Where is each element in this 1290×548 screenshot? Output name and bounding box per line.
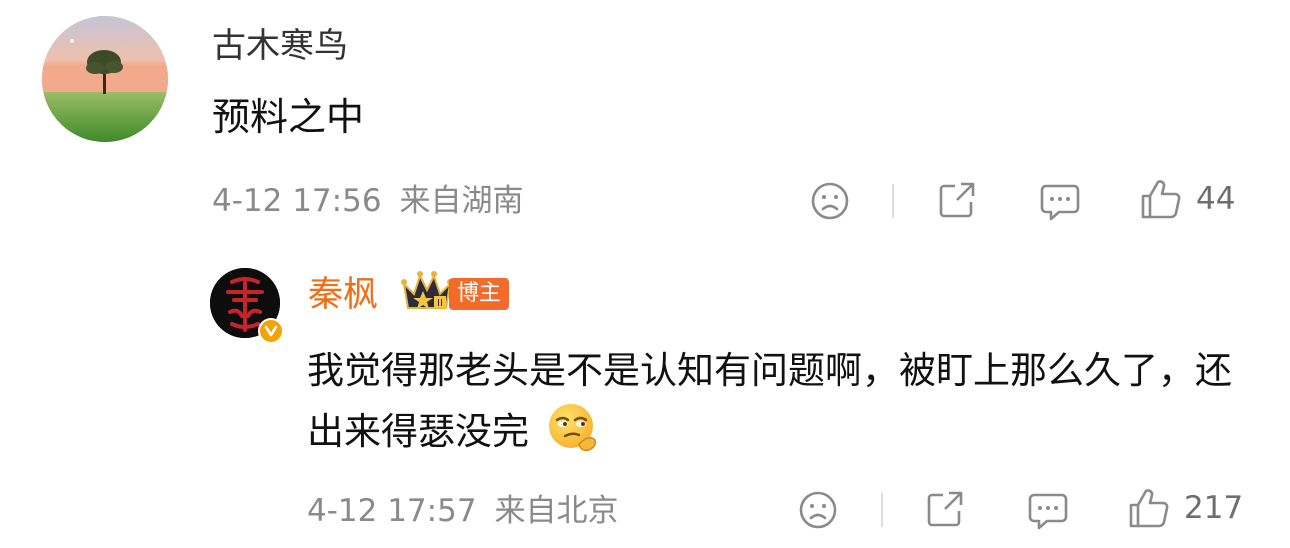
reply-meta: 4-12 17:57 来自北京 xyxy=(307,491,619,531)
thumbs-up-icon xyxy=(1141,180,1181,219)
comment-bubble-icon xyxy=(1028,493,1068,530)
reply-share-button[interactable] xyxy=(925,489,965,529)
comment-bubble-icon xyxy=(1040,184,1080,221)
svg-text:II: II xyxy=(437,298,443,309)
reply-text: 我觉得那老头是不是认知有问题啊，被盯上那么久了，还出来得瑟没完 xyxy=(307,342,1257,461)
comment-time: 4-12 17:56 xyxy=(212,183,382,219)
reply-username[interactable]: 秦枫 xyxy=(308,273,378,317)
verified-badge-icon xyxy=(258,318,284,344)
blogger-badge: 博主 xyxy=(449,278,510,310)
action-divider xyxy=(881,493,883,527)
reply-button[interactable] xyxy=(1039,182,1081,222)
share-icon xyxy=(927,491,963,527)
like-button[interactable]: 44 xyxy=(1140,178,1235,220)
smirk-thinking-emoji xyxy=(548,404,596,452)
reply-time: 4-12 17:57 xyxy=(307,493,477,529)
comment-text: 预料之中 xyxy=(212,95,365,139)
reply-like-count: 217 xyxy=(1184,490,1244,526)
reply-text-body: 我觉得那老头是不是认知有问题啊，被盯上那么久了，还出来得瑟没完 xyxy=(307,349,1232,453)
reply-comment-button[interactable] xyxy=(1027,491,1069,531)
reply-like-button[interactable]: 217 xyxy=(1128,487,1243,529)
thumbs-up-icon xyxy=(1129,489,1169,528)
comment-meta: 4-12 17:56 来自湖南 xyxy=(212,181,524,221)
comment-username[interactable]: 古木寒鸟 xyxy=(212,24,348,68)
reply-dislike-button[interactable] xyxy=(798,490,838,530)
share-button[interactable] xyxy=(937,180,977,220)
sad-face-icon xyxy=(811,182,849,220)
sad-face-icon xyxy=(799,491,837,529)
action-divider xyxy=(892,184,894,218)
tree-landscape-image xyxy=(42,16,168,142)
crown-level-icon: II xyxy=(401,271,453,309)
share-icon xyxy=(939,182,975,218)
comment-location: 来自湖南 xyxy=(399,183,524,219)
like-count: 44 xyxy=(1196,181,1236,217)
comment-thread: 古木寒鸟 预料之中 4-12 17:56 来自湖南 44 秦枫 II 博主 我觉… xyxy=(0,0,1290,548)
user-avatar[interactable] xyxy=(42,16,168,142)
reply-location: 来自北京 xyxy=(494,493,619,529)
dislike-button[interactable] xyxy=(810,181,850,221)
